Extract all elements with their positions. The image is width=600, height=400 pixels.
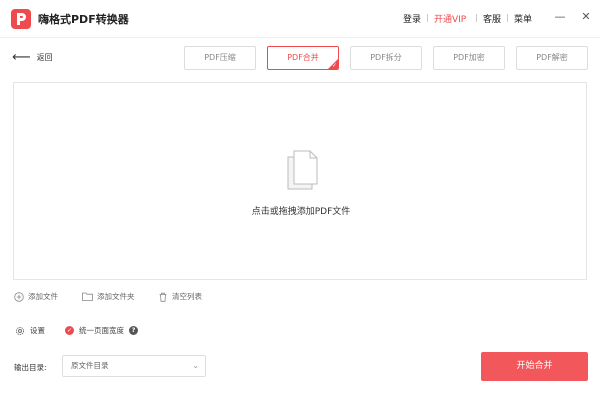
trash-icon [159, 292, 167, 302]
tab-label: PDF拆分 [370, 53, 402, 62]
tab-label: PDF加密 [453, 53, 485, 62]
drop-zone-hint: 点击或拖拽添加PDF文件 [251, 207, 351, 217]
checked-icon: ✓ [65, 326, 74, 335]
document-stack-icon [287, 150, 318, 190]
app-logo [11, 9, 31, 29]
tab-pdf-compress[interactable]: PDF压缩 [184, 46, 256, 70]
close-button[interactable]: ✕ [580, 11, 592, 23]
tab-label: PDF合并 [287, 53, 319, 62]
minimize-button[interactable]: — [554, 11, 566, 23]
settings-label: 设置 [30, 326, 45, 335]
tab-pdf-encrypt[interactable]: PDF加密 [433, 46, 505, 70]
start-merge-button[interactable]: 开始合并 [481, 352, 588, 381]
check-icon: ✓ [331, 62, 337, 69]
add-folder-label: 添加文件夹 [97, 292, 135, 301]
file-drop-zone[interactable]: 点击或拖拽添加PDF文件 [13, 82, 587, 280]
help-icon[interactable]: ? [129, 326, 138, 335]
vip-link[interactable]: 开通VIP [434, 12, 466, 25]
tab-pdf-merge[interactable]: PDF合并 ✓ [267, 46, 339, 70]
back-label: 返回 [36, 53, 53, 62]
add-file-button[interactable]: 添加文件 [14, 291, 58, 302]
folder-icon [82, 292, 93, 301]
app-title: 嗨格式PDF转换器 [38, 13, 129, 26]
output-dir-value: 原文件目录 [71, 361, 109, 370]
title-bar: 嗨格式PDF转换器 登录 开通VIP 客服 菜单 — ✕ [0, 0, 600, 38]
arrow-left-icon: ⟵ [12, 49, 31, 65]
tab-label: PDF压缩 [204, 53, 236, 62]
divider [507, 14, 508, 22]
divider [427, 14, 428, 22]
clear-list-label: 清空列表 [172, 292, 202, 301]
plus-circle-icon [14, 291, 24, 302]
unify-width-label: 统一页面宽度 [79, 326, 124, 335]
tab-label: PDF解密 [536, 53, 568, 62]
tab-pdf-split[interactable]: PDF拆分 [350, 46, 422, 70]
output-dir-label: 输出目录: [14, 363, 47, 372]
add-folder-button[interactable]: 添加文件夹 [82, 291, 135, 302]
tab-pdf-decrypt[interactable]: PDF解密 [516, 46, 588, 70]
back-button[interactable]: ⟵ 返回 [12, 49, 53, 65]
menu-link[interactable]: 菜单 [514, 12, 532, 25]
divider [476, 14, 477, 22]
login-link[interactable]: 登录 [403, 12, 421, 25]
output-dir-select[interactable]: 原文件目录 ⌄ [62, 355, 206, 377]
unify-width-checkbox[interactable]: ✓ 统一页面宽度 ? [65, 325, 138, 336]
add-file-label: 添加文件 [28, 292, 58, 301]
service-link[interactable]: 客服 [483, 12, 501, 25]
chevron-down-icon: ⌄ [192, 361, 199, 370]
settings-button[interactable]: 设置 [15, 325, 45, 336]
gear-icon [15, 326, 25, 335]
clear-list-button[interactable]: 清空列表 [158, 291, 202, 302]
